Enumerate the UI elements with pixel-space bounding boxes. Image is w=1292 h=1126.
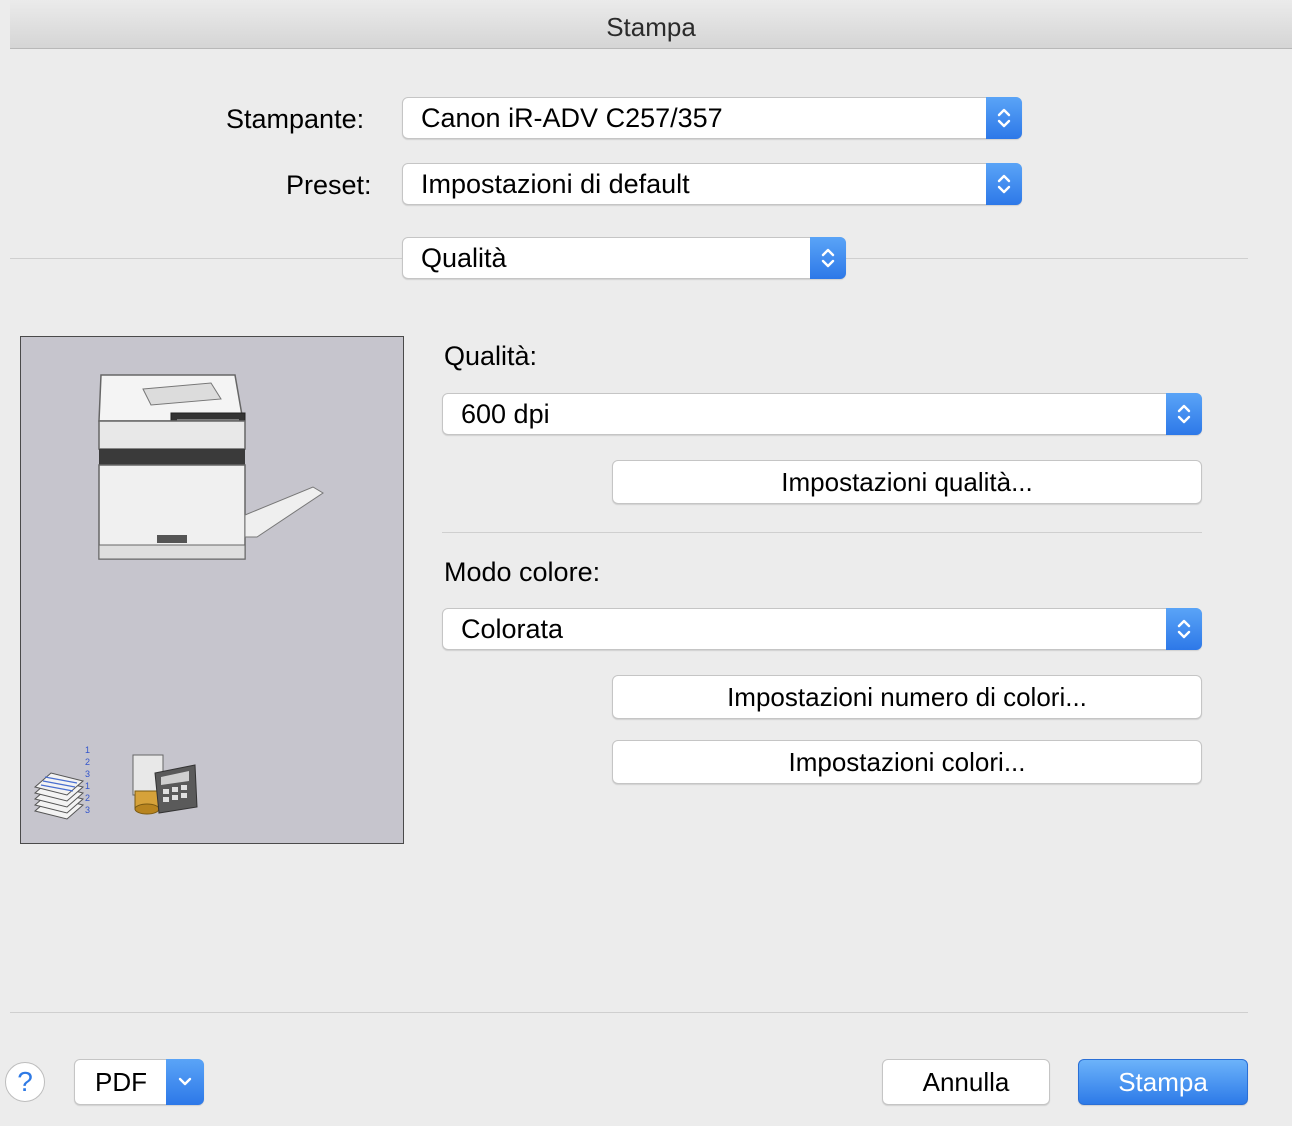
printer-value: Canon iR-ADV C257/357 [421, 103, 723, 133]
color-mode-label: Modo colore: [444, 557, 601, 587]
svg-text:1: 1 [85, 745, 90, 755]
svg-text:2: 2 [85, 757, 90, 767]
chevron-updown-icon [986, 163, 1022, 205]
separator [10, 258, 402, 259]
quality-settings-button[interactable]: Impostazioni qualità... [612, 460, 1202, 504]
color-mode-select[interactable]: Colorata [442, 608, 1202, 650]
help-icon[interactable]: ? [5, 1062, 45, 1102]
pdf-menu-button[interactable]: PDF [74, 1059, 204, 1105]
chevron-updown-icon [810, 237, 846, 279]
preset-label: Preset: [286, 170, 372, 200]
svg-text:3: 3 [85, 769, 90, 779]
svg-text:2: 2 [85, 793, 90, 803]
chevron-updown-icon [986, 97, 1022, 139]
chevron-updown-icon [1166, 393, 1202, 435]
printer-select[interactable]: Canon iR-ADV C257/357 [402, 97, 1022, 139]
color-settings-button[interactable]: Impostazioni colori... [612, 740, 1202, 784]
collate-pages-icon: 1 2 3 1 2 3 [33, 745, 90, 820]
preset-select[interactable]: Impostazioni di default [402, 163, 1022, 205]
svg-text:3: 3 [85, 805, 90, 815]
separator [846, 258, 1248, 259]
window-title: Stampa [10, 0, 1292, 49]
accounting-icon [132, 754, 198, 815]
panel-value: Qualità [421, 243, 507, 273]
cancel-button[interactable]: Annulla [882, 1059, 1050, 1105]
separator [10, 1012, 1248, 1013]
pdf-label: PDF [95, 1067, 147, 1097]
panel-select[interactable]: Qualità [402, 237, 846, 279]
preset-value: Impostazioni di default [421, 169, 690, 199]
printer-preview: 1 2 3 1 2 3 [20, 336, 404, 844]
color-number-settings-button[interactable]: Impostazioni numero di colori... [612, 675, 1202, 719]
chevron-down-icon [166, 1059, 204, 1105]
svg-text:1: 1 [85, 781, 90, 791]
printer-label: Stampante: [226, 104, 365, 134]
separator [442, 532, 1202, 533]
color-mode-value: Colorata [461, 614, 564, 644]
chevron-updown-icon [1166, 608, 1202, 650]
quality-value: 600 dpi [461, 399, 550, 429]
quality-label: Qualità: [444, 341, 538, 371]
quality-select[interactable]: 600 dpi [442, 393, 1202, 435]
print-button[interactable]: Stampa [1078, 1059, 1248, 1105]
